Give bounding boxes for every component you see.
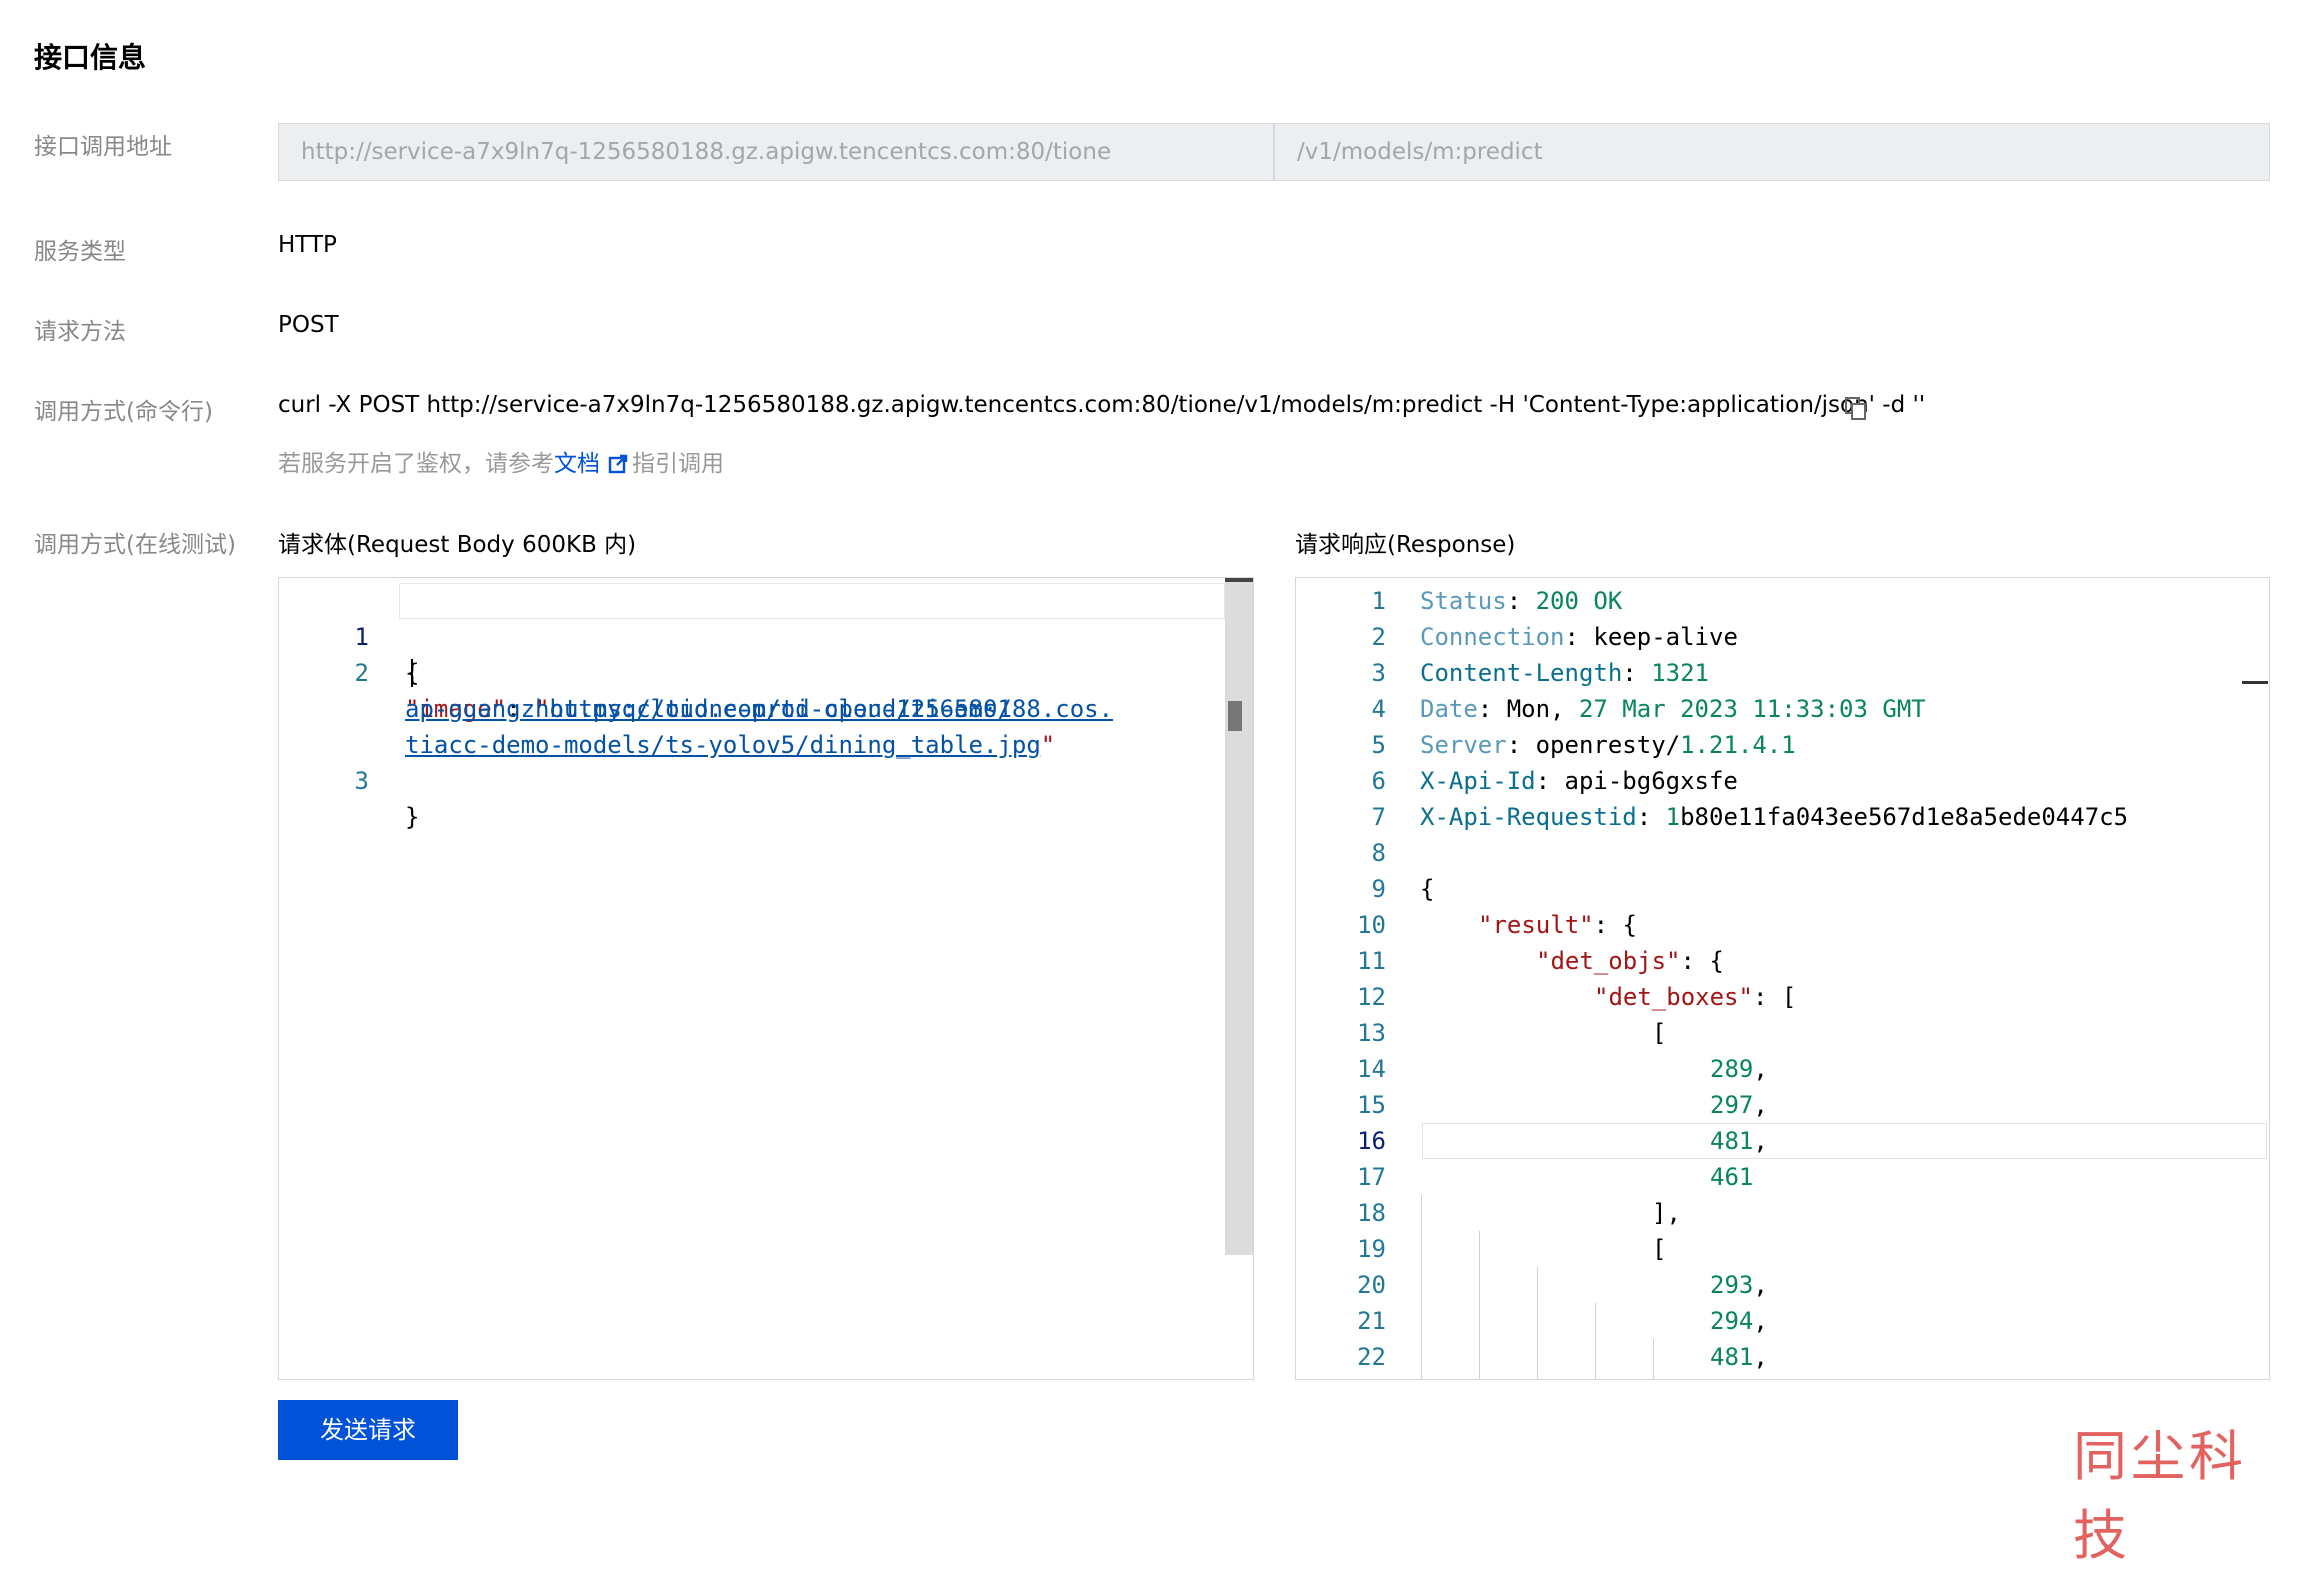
editor-line: 9{: [1296, 871, 2269, 907]
line-number: 4: [1371, 695, 1386, 723]
editor-line: 20 293,: [1296, 1267, 2269, 1303]
editor-line: 14 289,: [1296, 1051, 2269, 1087]
code-text: 481,: [1710, 1127, 1768, 1155]
docs-link[interactable]: 文档: [554, 451, 600, 477]
editor-line: 22 481,: [1296, 1339, 2269, 1375]
response-panel-title: 请求响应(Response): [1295, 532, 1516, 558]
copy-icon[interactable]: [1845, 397, 1867, 421]
line-number: 20: [1357, 1271, 1386, 1299]
side-dash: [2242, 681, 2268, 684]
code-text: 294,: [1710, 1307, 1768, 1335]
label-service-type: 服务类型: [34, 239, 126, 265]
line-number: 10: [1357, 911, 1386, 939]
code-text: Date: Mon, 27 Mar 2023 11:33:03 GMT: [1420, 695, 1926, 723]
response-editor[interactable]: 1 Status: 200 OK 2 Connection: keep-alive …: [1295, 577, 2270, 1380]
line-number: 16: [1357, 1127, 1386, 1155]
watermark: 同尘科技: [2073, 1425, 2247, 1567]
code-text: Connection: keep-alive: [1420, 623, 1738, 651]
send-request-button[interactable]: 发送请求: [278, 1400, 458, 1460]
label-method: 请求方法: [34, 319, 126, 345]
editor-line: 12 "det_boxes": [: [1296, 979, 2269, 1015]
scrollbar-thumb[interactable]: [1228, 701, 1242, 731]
editor-line: 2 Connection: keep-alive: [1296, 619, 2269, 655]
editor-line: 3 Content-Length: 1321: [1296, 655, 2269, 691]
auth-hint: 若服务开启了鉴权，请参考文档 指引调用: [278, 444, 724, 478]
code-text: X-Api-Requestid: 1b80e11fa043ee567d1e8a5…: [1420, 803, 2129, 831]
line-number: 8: [1371, 839, 1386, 867]
line-number: 13: [1357, 1019, 1386, 1047]
editor-line: 10 "result": {: [1296, 907, 2269, 943]
editor-line: 1 {: [279, 583, 1253, 687]
editor-line-wrap: tiacc-demo-models/ts-yolov5/dining_table…: [279, 691, 1253, 759]
editor-line: 16 481,: [1296, 1123, 2269, 1159]
editor-line-wrap: ap-guangzhou.myqcloud.com/ti-cloud/ti-em…: [279, 655, 1253, 723]
editor-line: 4 Date: Mon, 27 Mar 2023 11:33:03 GMT: [1296, 691, 2269, 727]
code-text: "result": {: [1478, 911, 1637, 939]
hint-suffix: 指引调用: [632, 451, 724, 477]
code-text: Status: 200 OK: [1420, 587, 1623, 615]
line-number: 19: [1357, 1235, 1386, 1263]
line-number: 2: [1371, 623, 1386, 651]
editor-line: 11 "det_objs": {: [1296, 943, 2269, 979]
code-text: ],: [1652, 1199, 1681, 1227]
method-value: POST: [278, 312, 339, 338]
endpoint-path-field[interactable]: /v1/models/m:predict: [1274, 123, 2270, 181]
label-cli: 调用方式(命令行): [34, 399, 213, 425]
code-text: [: [1652, 1235, 1667, 1263]
code-text: 461: [1710, 1163, 1754, 1191]
editor-line: 2 "image": "https://tione-prod-open-1256…: [279, 619, 1253, 723]
code-text: "det_objs": {: [1536, 947, 1724, 975]
request-panel-title: 请求体(Request Body 600KB 内): [278, 532, 637, 558]
line-number: 9: [1371, 875, 1386, 903]
code-text: Server: openresty/1.21.4.1: [1420, 731, 1796, 759]
line-number: 6: [1371, 767, 1386, 795]
hint-prefix: 若服务开启了鉴权，请参考: [278, 451, 554, 477]
editor-line: 17 461: [1296, 1159, 2269, 1195]
editor-line: 13 [: [1296, 1015, 2269, 1051]
section-title: 接口信息: [34, 41, 147, 74]
line-number: 12: [1357, 983, 1386, 1011]
editor-scrollbar[interactable]: [1225, 578, 1253, 1255]
line-number: 3: [1371, 659, 1386, 687]
editor-line: 7 X-Api-Requestid: 1b80e11fa043ee567d1e8a…: [1296, 799, 2269, 835]
code-text: Content-Length: 1321: [1420, 659, 1709, 687]
line-number: 22: [1357, 1343, 1386, 1371]
service-type-value: HTTP: [278, 232, 337, 258]
code-text: }: [405, 803, 420, 831]
code-text: [: [1652, 1019, 1667, 1047]
line-number: 21: [1357, 1307, 1386, 1335]
editor-line: 5 Server: openresty/1.21.4.1: [1296, 727, 2269, 763]
editor-line: 3 }: [279, 727, 1253, 831]
line-number: 3: [354, 767, 369, 795]
request-body-editor[interactable]: 1 { 2 "image": "https://tione-prod-open-…: [278, 577, 1254, 1380]
line-number: 5: [1371, 731, 1386, 759]
editor-line: 21 294,: [1296, 1303, 2269, 1339]
code-text: {: [1420, 875, 1435, 903]
editor-line: 8: [1296, 835, 2269, 871]
scrollbar-top-mark: [1225, 578, 1253, 582]
code-text: X-Api-Id: api-bg6gxsfe: [1420, 767, 1738, 795]
line-number: 15: [1357, 1091, 1386, 1119]
line-number: 18: [1357, 1199, 1386, 1227]
endpoint-base-url-field[interactable]: http://service-a7x9ln7q-1256580188.gz.ap…: [278, 123, 1274, 181]
editor-line: 6 X-Api-Id: api-bg6gxsfe: [1296, 763, 2269, 799]
code-text: 297,: [1710, 1091, 1768, 1119]
line-number: 11: [1357, 947, 1386, 975]
code-text: "det_boxes": [: [1594, 983, 1797, 1011]
line-number: 1: [1371, 587, 1386, 615]
line-number: 17: [1357, 1163, 1386, 1191]
code-text: 289,: [1710, 1055, 1768, 1083]
editor-line: 19 [: [1296, 1231, 2269, 1267]
line-number: 14: [1357, 1055, 1386, 1083]
editor-line: 15 297,: [1296, 1087, 2269, 1123]
label-endpoint: 接口调用地址: [34, 134, 172, 160]
cli-command: curl -X POST http://service-a7x9ln7q-125…: [278, 392, 1926, 418]
external-link-icon[interactable]: [608, 454, 628, 474]
code-text: 481,: [1710, 1343, 1768, 1371]
line-number: 7: [1371, 803, 1386, 831]
editor-line: 1 Status: 200 OK: [1296, 583, 2269, 619]
label-online: 调用方式(在线测试): [34, 532, 236, 558]
editor-line: 18],: [1296, 1195, 2269, 1231]
code-text: 293,: [1710, 1271, 1768, 1299]
